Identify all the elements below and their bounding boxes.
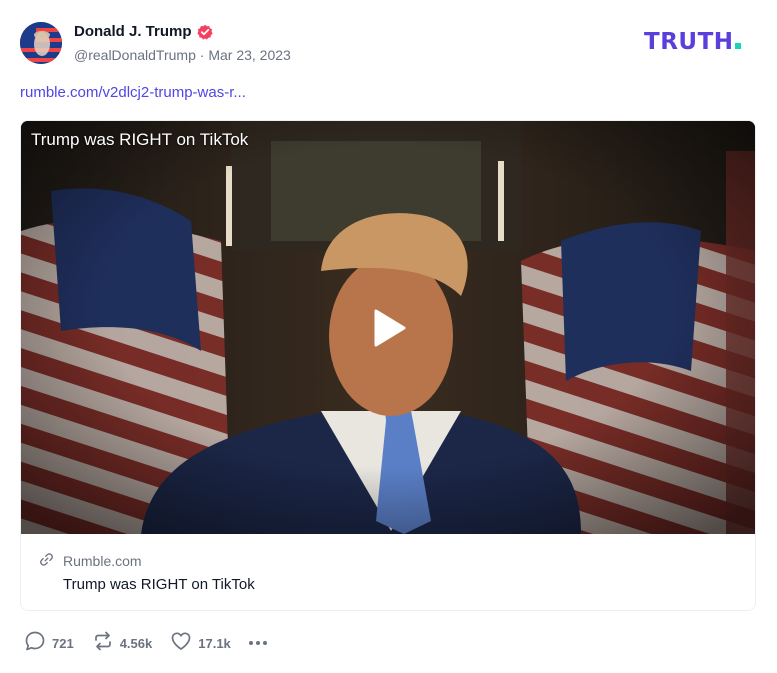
card-footer: Rumble.com Trump was RIGHT on TikTok	[21, 534, 755, 610]
retruth-count: 4.56k	[119, 635, 153, 651]
more-icon[interactable]	[248, 641, 267, 645]
avatar[interactable]	[20, 22, 62, 64]
meta-separator: ·	[199, 47, 205, 63]
link-icon	[39, 552, 54, 570]
like-count: 17.1k	[198, 635, 231, 651]
author-handle[interactable]: @realDonaldTrump	[74, 47, 196, 63]
post-link[interactable]: rumble.com/v2dlcj2-trump-was-r...	[20, 84, 246, 101]
brand-text: TRUTH	[644, 29, 734, 55]
more-dot	[248, 641, 253, 645]
post-date[interactable]: Mar 23, 2023	[208, 47, 291, 63]
video-title: Trump was RIGHT on TikTok	[31, 130, 249, 149]
post: Donald J. Trump @realDonaldTrump · Mar 2…	[0, 0, 777, 673]
like-button[interactable]: 17.1k	[170, 630, 231, 657]
retruth-button[interactable]: 4.56k	[92, 630, 153, 657]
heart-icon	[170, 630, 192, 657]
play-icon[interactable]	[373, 309, 407, 347]
card-source: Rumble.com	[39, 552, 142, 570]
more-dot	[255, 641, 260, 645]
brand-dot	[734, 43, 741, 49]
author-name[interactable]: Donald J. Trump	[74, 23, 213, 40]
truth-logo[interactable]: TRUTH	[644, 28, 758, 56]
author-meta: @realDonaldTrump · Mar 23, 2023	[74, 47, 291, 63]
verified-badge-icon	[196, 24, 213, 40]
reply-count: 721	[52, 635, 74, 651]
action-bar: 721 4.56k 17.1k	[24, 631, 267, 655]
card-source-label: Rumble.com	[63, 553, 142, 569]
link-preview-card[interactable]: Trump was RIGHT on TikTok Rumble.com Tru…	[20, 120, 756, 611]
reply-button[interactable]: 721	[24, 630, 74, 657]
video-player[interactable]: Trump was RIGHT on TikTok	[21, 121, 755, 534]
retruth-icon	[92, 630, 114, 657]
card-title: Trump was RIGHT on TikTok	[63, 576, 255, 593]
author-name-text[interactable]: Donald J. Trump	[74, 23, 192, 40]
reply-icon	[24, 630, 46, 657]
more-dot	[262, 641, 267, 645]
